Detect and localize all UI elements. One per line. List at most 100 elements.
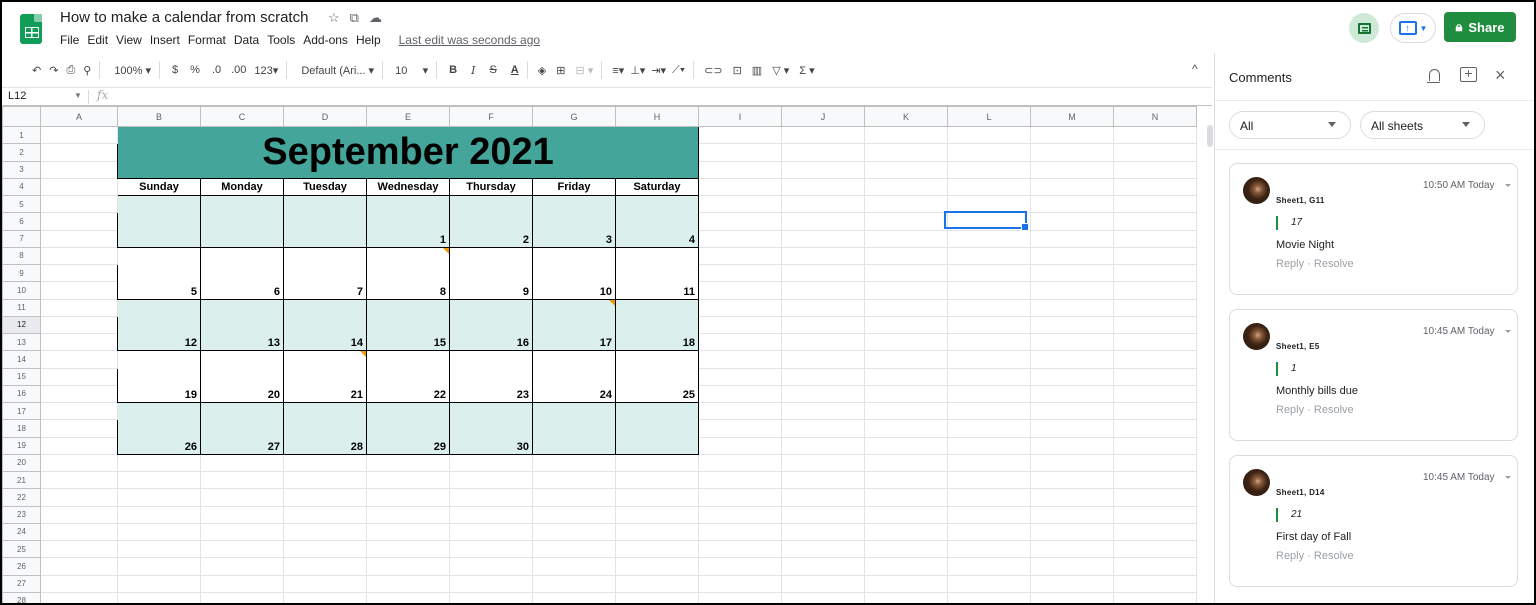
cell[interactable] xyxy=(532,488,616,507)
row-header[interactable]: 7 xyxy=(2,229,41,248)
cell[interactable] xyxy=(532,505,616,524)
cell[interactable] xyxy=(449,453,533,473)
cell[interactable] xyxy=(781,419,865,438)
cell[interactable] xyxy=(40,505,118,524)
calendar-day-cell[interactable]: 28 xyxy=(283,402,367,455)
cell[interactable] xyxy=(781,488,865,507)
cell[interactable] xyxy=(40,212,118,231)
cell[interactable] xyxy=(781,281,865,300)
cell[interactable] xyxy=(864,557,948,576)
cell[interactable] xyxy=(864,488,948,507)
cell[interactable] xyxy=(1030,453,1114,473)
cell[interactable] xyxy=(947,177,1031,197)
cell[interactable] xyxy=(1113,436,1197,455)
comment-menu-icon[interactable] xyxy=(1505,330,1511,333)
cell[interactable] xyxy=(40,574,118,593)
cell[interactable] xyxy=(117,453,201,473)
row-header[interactable]: 9 xyxy=(2,263,41,283)
calendar-day-cell[interactable]: 11 xyxy=(615,246,699,300)
cell[interactable] xyxy=(947,591,1031,603)
menu-tools[interactable]: Tools xyxy=(267,33,295,47)
cell[interactable] xyxy=(947,574,1031,593)
strikethrough-button[interactable]: S xyxy=(489,64,496,76)
row-header[interactable]: 14 xyxy=(2,350,41,369)
column-header-b[interactable]: B xyxy=(117,106,201,127)
cell[interactable] xyxy=(1113,315,1197,335)
comment-marker-icon[interactable] xyxy=(443,248,449,254)
row-header[interactable]: 15 xyxy=(2,367,41,386)
cell[interactable] xyxy=(1030,557,1114,576)
menu-help[interactable]: Help xyxy=(356,33,381,47)
cell[interactable] xyxy=(781,332,865,352)
cell[interactable] xyxy=(532,453,616,473)
cell[interactable] xyxy=(1113,281,1197,300)
cell[interactable] xyxy=(200,557,284,576)
cell[interactable] xyxy=(864,574,948,593)
cell[interactable] xyxy=(449,591,533,603)
cell[interactable] xyxy=(781,367,865,386)
cell[interactable] xyxy=(781,229,865,248)
calendar-day-cell[interactable]: 23 xyxy=(449,350,533,403)
cloud-status-icon[interactable]: ☁ xyxy=(369,10,392,25)
cell[interactable] xyxy=(449,488,533,507)
cell[interactable] xyxy=(781,350,865,369)
resolve-link[interactable]: Resolve xyxy=(1314,550,1354,562)
cell[interactable] xyxy=(698,436,782,455)
row-header[interactable]: 10 xyxy=(2,281,41,300)
cell[interactable] xyxy=(40,419,118,438)
cell[interactable] xyxy=(1030,539,1114,559)
cell[interactable] xyxy=(366,522,450,542)
scrollbar-thumb[interactable] xyxy=(1207,125,1213,147)
cell[interactable] xyxy=(40,263,118,283)
calendar-day-cell[interactable]: 17 xyxy=(532,298,616,352)
cell[interactable] xyxy=(40,522,118,542)
cell[interactable] xyxy=(40,591,118,603)
cell[interactable] xyxy=(615,539,699,559)
cell[interactable] xyxy=(1030,384,1114,404)
cell[interactable] xyxy=(781,539,865,559)
comment-marker-icon[interactable] xyxy=(360,351,366,358)
cell[interactable] xyxy=(947,315,1031,335)
cell[interactable] xyxy=(40,298,118,317)
cell[interactable] xyxy=(40,281,118,300)
cell[interactable] xyxy=(283,453,367,473)
row-header[interactable]: 27 xyxy=(2,574,41,593)
cell[interactable] xyxy=(698,160,782,179)
cell[interactable] xyxy=(1113,401,1197,421)
cell[interactable] xyxy=(366,505,450,524)
cell[interactable] xyxy=(615,505,699,524)
cell[interactable] xyxy=(117,522,201,542)
cell[interactable] xyxy=(1113,470,1197,490)
cell[interactable] xyxy=(947,384,1031,404)
menu-insert[interactable]: Insert xyxy=(150,33,180,47)
cell[interactable] xyxy=(864,143,948,162)
cell[interactable] xyxy=(864,367,948,386)
zoom-select[interactable]: 100% ▾ xyxy=(114,64,151,77)
cell[interactable] xyxy=(864,281,948,300)
calendar-day-cell[interactable]: 15 xyxy=(366,298,450,352)
present-button[interactable]: ↑ ▼ xyxy=(1390,13,1436,43)
cell[interactable] xyxy=(1030,436,1114,455)
cell[interactable] xyxy=(864,160,948,179)
comment-cell-ref[interactable]: Sheet1, G11 xyxy=(1276,196,1325,205)
row-header[interactable]: 6 xyxy=(2,212,41,231)
cell[interactable] xyxy=(781,143,865,162)
cell[interactable] xyxy=(698,177,782,197)
name-box-dropdown-icon[interactable]: ▼ xyxy=(74,91,82,100)
cell[interactable] xyxy=(947,229,1031,248)
cell[interactable] xyxy=(1113,591,1197,603)
cell[interactable] xyxy=(947,332,1031,352)
cell[interactable] xyxy=(947,557,1031,576)
cell[interactable] xyxy=(947,125,1031,145)
cell[interactable] xyxy=(117,505,201,524)
menu-data[interactable]: Data xyxy=(234,33,259,47)
cell[interactable] xyxy=(615,557,699,576)
cell[interactable] xyxy=(864,263,948,283)
menu-add-ons[interactable]: Add-ons xyxy=(303,33,348,47)
row-header[interactable]: 23 xyxy=(2,505,41,524)
cell[interactable] xyxy=(1113,419,1197,438)
collapse-menus-icon[interactable]: ^ xyxy=(1192,62,1198,76)
cell[interactable] xyxy=(283,522,367,542)
column-header-n[interactable]: N xyxy=(1113,106,1197,127)
cell[interactable] xyxy=(781,212,865,231)
